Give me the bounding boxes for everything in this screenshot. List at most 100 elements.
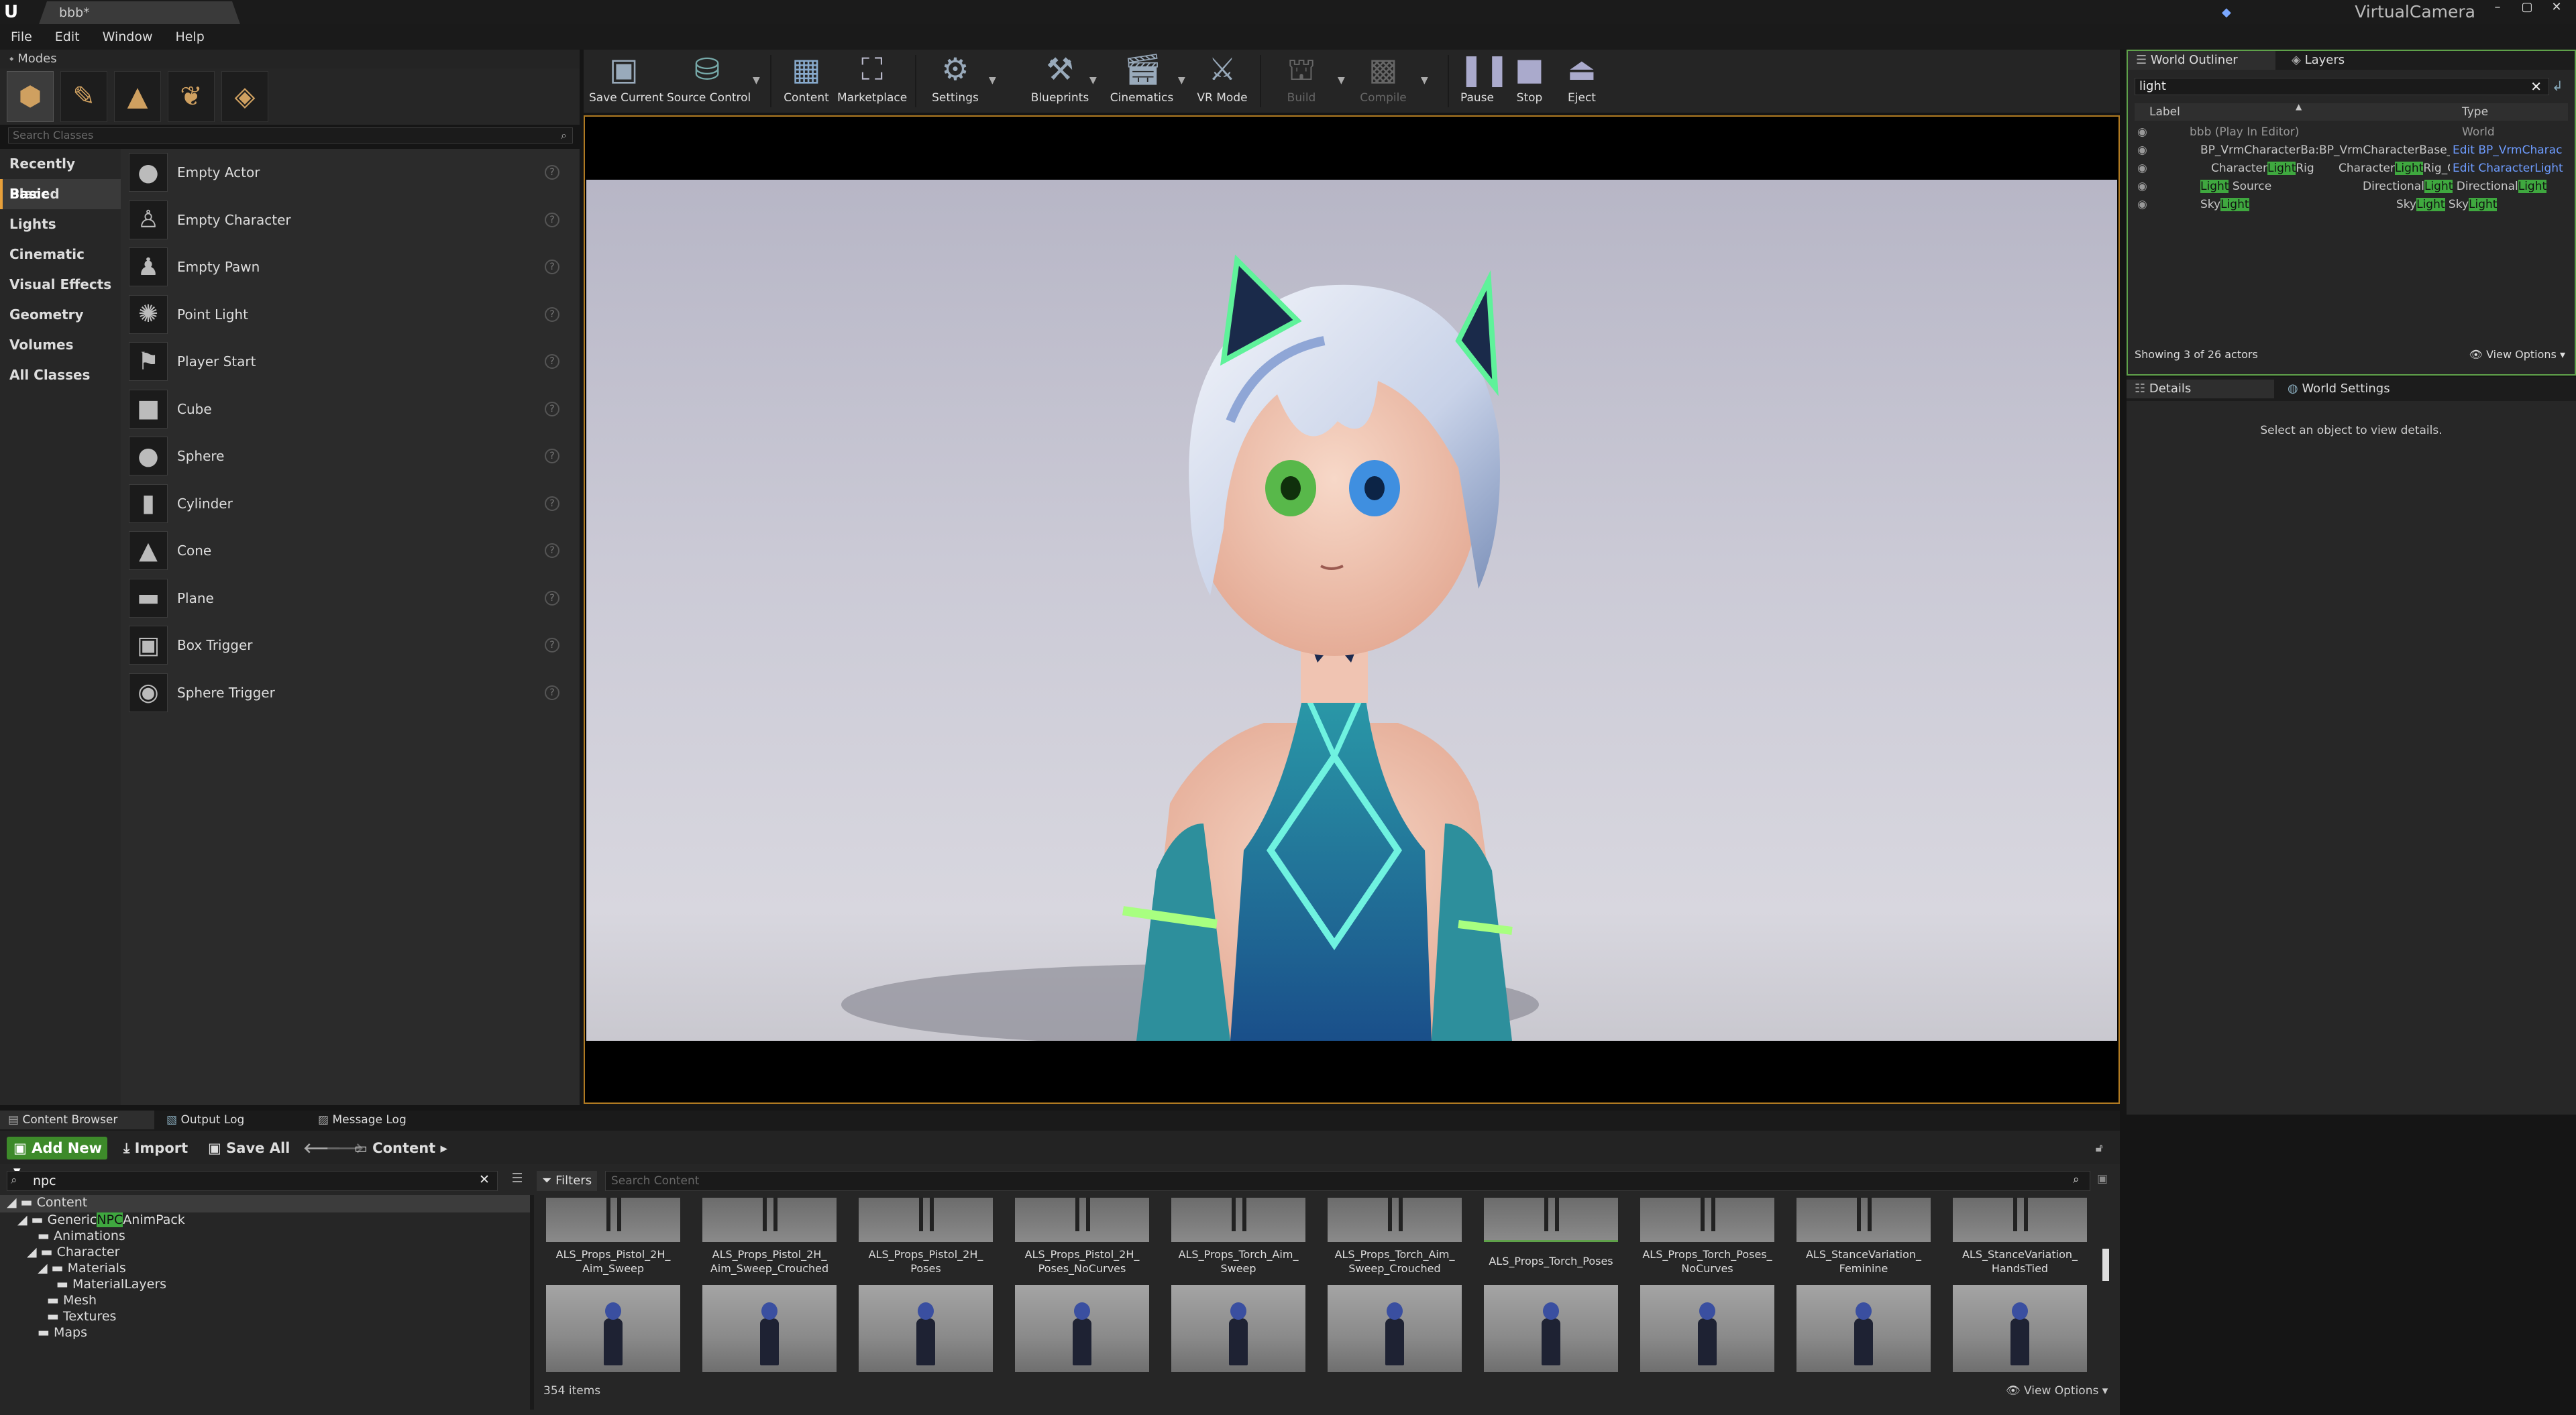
visibility-eye-icon[interactable]: ◉ [2137,123,2147,142]
place-mode-icon[interactable]: ⬢ [7,71,54,122]
help-icon[interactable]: ? [545,212,559,227]
sources-search-input[interactable]: npc [7,1171,498,1191]
help-icon[interactable]: ? [545,685,559,700]
help-icon[interactable]: ? [545,165,559,180]
asset-tile[interactable] [859,1285,993,1372]
viewport-render[interactable] [586,180,2117,1041]
asset-grid-scrollbar[interactable] [2102,1249,2109,1281]
tab-content-browser[interactable]: ▤ Content Browser [0,1111,154,1129]
tree-item-textures[interactable]: ▬ Textures [47,1309,116,1324]
help-icon[interactable]: ? [545,590,559,606]
help-icon[interactable]: ? [545,543,559,559]
asset-tile[interactable]: ALS_Props_Pistol_2H_ Poses [859,1198,993,1277]
list-item[interactable]: ▬ Plane? [121,575,580,622]
blueprints-dropdown-icon[interactable]: ▼ [1089,75,1097,86]
build-button[interactable]: ⛫ Build [1275,50,1328,113]
filters-button[interactable]: ⏷ Filters [537,1171,597,1191]
asset-tile[interactable]: ALS_Props_Torch_Aim_ Sweep [1171,1198,1305,1277]
edit-blueprint-link[interactable]: Edit CharacterLight [2450,160,2563,178]
asset-tile[interactable] [1640,1285,1774,1372]
save-search-icon[interactable]: ▣ [2097,1172,2108,1186]
list-item[interactable]: ♙ Empty Character? [121,196,580,244]
column-label[interactable]: Label [2149,103,2180,121]
asset-tile[interactable]: ALS_StanceVariation_ HandsTied [1953,1198,2087,1277]
modes-tab[interactable]: ⬩ Modes [0,50,580,68]
menu-window[interactable]: Window [103,24,153,50]
asset-tile[interactable] [1171,1285,1305,1372]
tab-world-outliner[interactable]: ☰ World Outliner [2128,51,2275,70]
help-icon[interactable]: ? [545,306,559,322]
tab-layers[interactable]: ◈ Layers [2284,51,2404,70]
help-icon[interactable]: ? [545,496,559,511]
help-icon[interactable]: ? [545,449,559,464]
document-tab[interactable]: bbb* [39,1,240,24]
column-type[interactable]: Type [2462,103,2488,121]
menu-edit[interactable]: Edit [55,24,80,50]
list-item[interactable]: ⚑ Player Start? [121,338,580,386]
eject-button[interactable]: ⏏ Eject [1560,50,1603,113]
lock-icon[interactable]: 🔓︎ [2096,1137,2102,1159]
tree-item-character[interactable]: ◢ ▬ Character [27,1245,119,1259]
splitter[interactable] [530,1195,534,1410]
tree-item-materiallayers[interactable]: ▬ MaterialLayers [56,1277,166,1292]
list-item[interactable]: ▮ Cylinder? [121,480,580,528]
list-item[interactable]: ▣ Box Trigger? [121,622,580,669]
category-visual-effects[interactable]: Visual Effects [0,270,121,300]
stop-button[interactable]: ■ Stop [1508,50,1551,113]
list-item[interactable]: ● Sphere? [121,433,580,480]
list-item[interactable]: ■ Cube? [121,386,580,433]
tree-item-content[interactable]: ◢ ▬ Content [0,1195,530,1212]
asset-tile[interactable] [1796,1285,1931,1372]
outliner-row[interactable]: ◉ bbb (Play In Editor) World [2135,123,2568,142]
clear-search-icon[interactable]: ✕ [479,1172,490,1187]
tree-item-mesh[interactable]: ▬ Mesh [47,1293,97,1308]
pick-actor-icon[interactable]: ↲ [2552,78,2563,94]
list-item[interactable]: ● Empty Actor? [121,149,580,196]
settings-dropdown-icon[interactable]: ▼ [989,75,996,86]
category-volumes[interactable]: Volumes [0,330,121,360]
foliage-mode-icon[interactable]: ❦ [168,71,215,122]
category-cinematic[interactable]: Cinematic [0,239,121,270]
view-options-button[interactable]: 👁︎ View Options ▾ [2469,345,2565,365]
compile-button[interactable]: ▩ Compile [1354,50,1413,113]
asset-tile[interactable] [1953,1285,2087,1372]
visibility-eye-icon[interactable]: ◉ [2137,196,2147,214]
paint-mode-icon[interactable]: ✎ [60,71,107,122]
search-classes-input[interactable]: Search Classes ⌕ [8,127,573,144]
help-icon[interactable]: ? [545,354,559,370]
edit-blueprint-link[interactable]: Edit BP_VrmCharac [2450,142,2563,160]
close-window-button[interactable]: ✕ [2542,0,2571,16]
search-content-input[interactable]: Search Content [605,1171,2090,1191]
cinematics-dropdown-icon[interactable]: ▼ [1178,75,1185,86]
category-all-classes[interactable]: All Classes [0,360,121,390]
add-new-button[interactable]: ▣ Add New ▾ [7,1137,107,1179]
tab-output-log[interactable]: ▧ Output Log [158,1111,306,1129]
list-item[interactable]: ◉ Sphere Trigger? [121,669,580,717]
landscape-mode-icon[interactable]: ▲ [114,71,161,122]
visibility-eye-icon[interactable]: ◉ [2137,160,2147,178]
asset-tile[interactable] [702,1285,837,1372]
help-icon[interactable]: ? [545,401,559,416]
tree-item-materials[interactable]: ◢ ▬ Materials [38,1261,126,1276]
tree-item-animations[interactable]: ▬ Animations [38,1229,125,1243]
visibility-eye-icon[interactable]: ◉ [2137,178,2147,196]
list-item[interactable]: ✺ Point Light? [121,291,580,339]
outliner-search-input[interactable]: light ✕ [2135,78,2549,95]
category-recently-placed[interactable]: Recently Placed [0,149,121,202]
asset-tile[interactable] [1484,1285,1618,1372]
asset-tile[interactable]: ALS_Props_Torch_Aim_ Sweep_Crouched [1328,1198,1462,1277]
view-options-button[interactable]: 👁︎ View Options ▾ [2006,1384,2108,1398]
blueprints-button[interactable]: ⚒ Blueprints [1026,50,1093,113]
tab-world-settings[interactable]: ◍ World Settings [2279,380,2427,398]
outliner-row[interactable]: ◉ CharacterLightRig CharacterLightRig_C … [2135,160,2568,178]
category-lights[interactable]: Lights [0,209,121,239]
menu-help[interactable]: Help [176,24,205,50]
save-current-button[interactable]: ▣ Save Current [589,50,663,113]
marketplace-button[interactable]: ⛶ Marketplace [837,50,907,113]
list-item[interactable]: ♟ Empty Pawn? [121,243,580,291]
asset-tile[interactable]: ALS_Props_Torch_Poses [1484,1198,1618,1277]
pause-button[interactable]: ❚❚ Pause [1456,50,1510,113]
settings-button[interactable]: ⚙ Settings [926,50,985,113]
category-basic[interactable]: Basic [0,179,121,209]
tree-item-genericnpcanimpack[interactable]: ◢ ▬ GenericNPCAnimPack [17,1212,185,1227]
